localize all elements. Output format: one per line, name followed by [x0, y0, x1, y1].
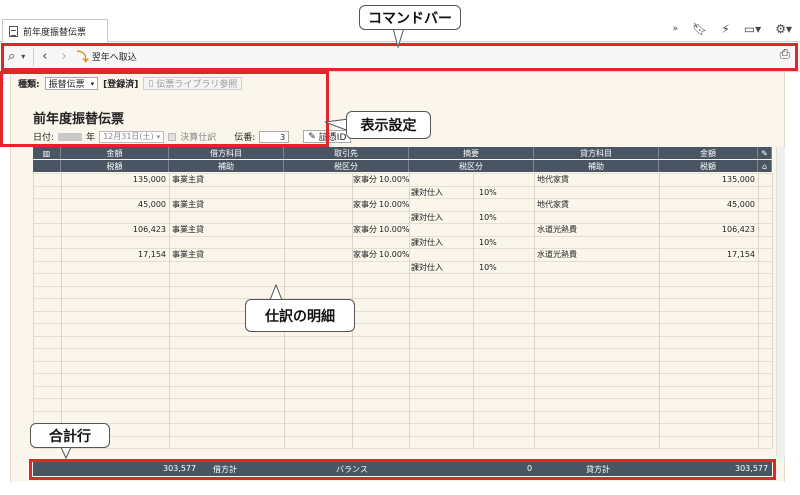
table-cell: 10.00% [379, 250, 410, 259]
table-cell: 135,000 [132, 175, 166, 184]
table-cell: 事業主貸 [172, 175, 204, 184]
table-cell: 10% [479, 262, 497, 272]
table-cell: 水道光熱費 [537, 250, 577, 259]
note-icon[interactable]: ✎ [758, 147, 772, 159]
grid-line [772, 173, 773, 448]
table-cell: 10.00% [379, 225, 410, 234]
command-bar-highlight [1, 43, 798, 71]
grid-line [758, 173, 759, 448]
header-credit-sub: 補助 [534, 160, 659, 172]
grid-line [33, 360, 772, 362]
grid-line [659, 173, 660, 448]
header-partner: 取引先 [284, 147, 409, 159]
journal-table: ▥ 金額 借方科目 取引先 摘要 貸方科目 金額 ✎ 税額 補助 税区分 税区分… [33, 147, 773, 462]
header-tax-class-2: 税区分 [409, 160, 534, 172]
table-cell: 事業主貸 [172, 200, 204, 209]
table-cell: 家事分 [353, 250, 377, 259]
table-cell: 課対仕入 [411, 212, 443, 222]
callout-display-settings: 表示設定 [346, 111, 431, 139]
tag-icon[interactable]: ⌂ [758, 160, 772, 172]
grid-line [169, 173, 170, 448]
table-cell: 課対仕入 [411, 237, 443, 247]
header-debit-sub: 補助 [169, 160, 284, 172]
grid-line [33, 310, 772, 312]
header-memo: 摘要 [409, 147, 534, 159]
table-cell: 135,000 [721, 175, 755, 184]
grid-line [33, 448, 772, 449]
grid-line [534, 173, 535, 448]
header-blank [33, 160, 61, 172]
grid-line [33, 348, 772, 349]
table-cell: 地代家賃 [537, 200, 569, 209]
grid-line [33, 435, 772, 437]
lightning-icon[interactable]: ⚡︎ [721, 22, 729, 36]
grid-line [473, 173, 474, 448]
table-cell: 106,423 [132, 225, 166, 234]
table-cell: 17,154 [138, 250, 166, 259]
header-credit-account: 貸方科目 [534, 147, 659, 159]
header-book-icon: ▥ [33, 147, 61, 159]
table-cell: 45,000 [727, 200, 755, 209]
grid-line [33, 385, 772, 387]
table-cell: 45,000 [138, 200, 166, 209]
grid-line [61, 173, 62, 448]
callout-journal-details: 仕訳の明細 [245, 299, 355, 332]
callout-command-bar: コマンドバー [359, 5, 461, 30]
totals-row-highlight [29, 459, 776, 480]
document-icon [9, 25, 18, 37]
grid-line [33, 410, 772, 412]
table-cell: 地代家賃 [537, 175, 569, 184]
grid-line [409, 173, 410, 448]
callout-totals-row: 合計行 [30, 423, 110, 448]
table-cell: 10% [479, 187, 497, 197]
table-cell: 家事分 [353, 225, 377, 234]
window-menu-icon[interactable]: ▭▾ [744, 22, 761, 36]
table-cell: 家事分 [353, 175, 377, 184]
table-cell: 事業主貸 [172, 250, 204, 259]
settings-menu-icon[interactable]: ⚙▾ [775, 22, 792, 36]
table-cell: 課対仕入 [411, 187, 443, 197]
grid-line [33, 298, 772, 299]
title-bar-actions: » 🔖︎ ⚡︎ ▭▾ ⚙▾ [673, 22, 792, 36]
grid-line [33, 173, 34, 448]
table-cell: 家事分 [353, 200, 377, 209]
grid-line [33, 285, 772, 287]
grid-line [33, 373, 772, 374]
header-credit-amount: 金額 [659, 147, 758, 159]
grid-line [33, 273, 772, 274]
header-credit-tax: 税額 [659, 160, 758, 172]
tab-voucher[interactable]: 前年度振替伝票 [2, 19, 108, 42]
table-cell: 10% [479, 212, 497, 222]
header-amount: 金額 [61, 147, 169, 159]
header-tax-class: 税区分 [284, 160, 409, 172]
table-cell: 水道光熱費 [537, 225, 577, 234]
grid-line [33, 423, 772, 424]
tab-title: 前年度振替伝票 [23, 27, 87, 38]
overflow-icon[interactable]: » [673, 24, 679, 34]
display-settings-highlight [0, 71, 329, 147]
header-tax-amount: 税額 [61, 160, 169, 172]
bookmark-icon[interactable]: 🔖︎ [692, 22, 707, 36]
grid-line [33, 335, 772, 337]
grid-line [33, 398, 772, 399]
grid-line [33, 323, 772, 324]
table-cell: 106,423 [721, 225, 755, 234]
table-cell: 10% [479, 237, 497, 247]
header-debit-account: 借方科目 [169, 147, 284, 159]
table-scrollbar[interactable] [776, 147, 785, 457]
table-cell: 課対仕入 [411, 262, 443, 272]
table-cell: 10.00% [379, 175, 410, 184]
table-cell: 10.00% [379, 200, 410, 209]
table-cell: 事業主貸 [172, 225, 204, 234]
table-cell: 17,154 [727, 250, 755, 259]
